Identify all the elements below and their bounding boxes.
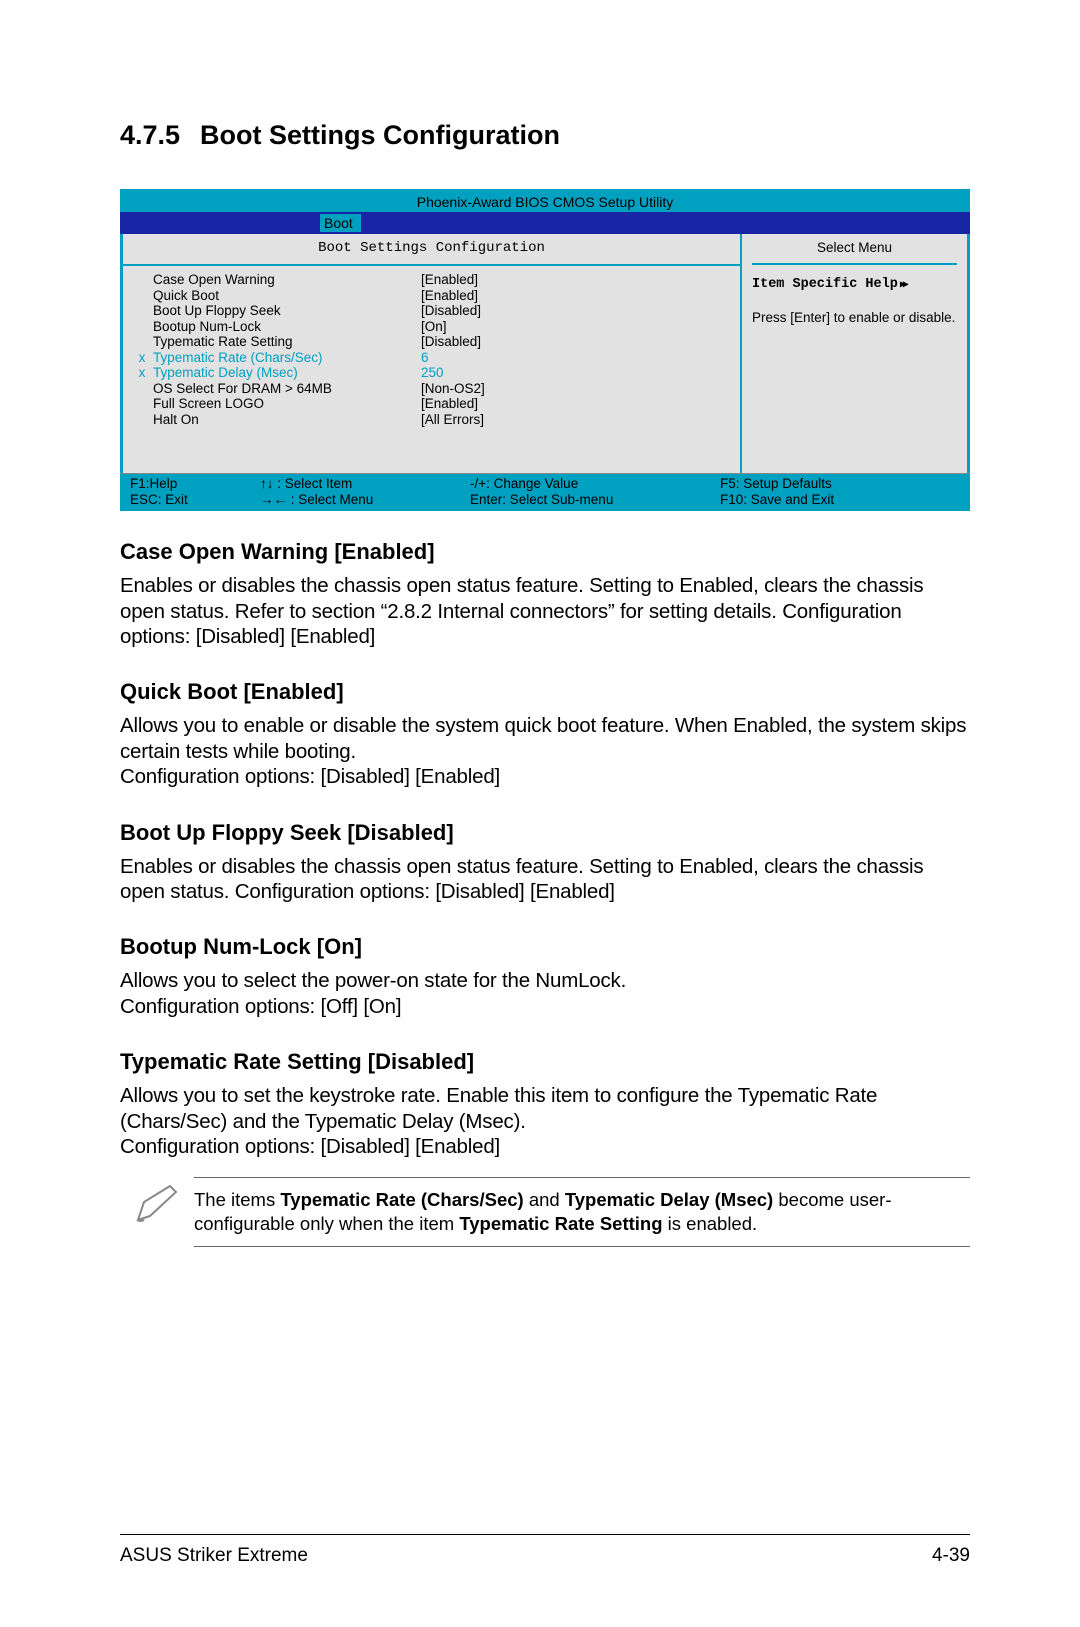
bios-row-label: Typematic Rate Setting bbox=[153, 334, 421, 350]
bios-row-value: [On] bbox=[421, 319, 447, 335]
bios-row: Quick Boot[Enabled] bbox=[131, 288, 740, 304]
bios-row: Halt On[All Errors] bbox=[131, 412, 740, 428]
bios-row-value: [Disabled] bbox=[421, 303, 481, 319]
text-numlock: Allows you to select the power-on state … bbox=[120, 968, 970, 1019]
bios-help-title: Item Specific Help bbox=[752, 277, 957, 292]
bios-row-mark: x bbox=[131, 350, 153, 366]
bios-help-text: Press [Enter] to enable or disable. bbox=[752, 310, 957, 326]
text-quick-boot: Allows you to enable or disable the syst… bbox=[120, 713, 970, 789]
bios-row-label: Case Open Warning bbox=[153, 272, 421, 288]
bios-tab-boot: Boot bbox=[320, 214, 361, 232]
footer-select-item: ↑↓ : Select Item bbox=[260, 476, 470, 492]
bios-row: Case Open Warning[Enabled] bbox=[131, 272, 740, 288]
bios-row-label: Full Screen LOGO bbox=[153, 396, 421, 412]
footer-esc: ESC: Exit bbox=[130, 492, 260, 508]
bios-header: Phoenix-Award BIOS CMOS Setup Utility bbox=[120, 192, 970, 212]
heading-numlock: Bootup Num-Lock [On] bbox=[120, 934, 970, 960]
footer-f1: F1:Help bbox=[130, 476, 260, 492]
bios-row-value: [Enabled] bbox=[421, 396, 478, 412]
bios-row-mark bbox=[131, 396, 153, 412]
note-block: The items Typematic Rate (Chars/Sec) and… bbox=[120, 1177, 970, 1246]
bios-row: OS Select For DRAM > 64MB[Non-OS2] bbox=[131, 381, 740, 397]
bios-row-label: Quick Boot bbox=[153, 288, 421, 304]
bios-menubar: Boot bbox=[120, 212, 970, 234]
bios-row-mark: x bbox=[131, 365, 153, 381]
bios-row-label: Halt On bbox=[153, 412, 421, 428]
section-heading: 4.7.5Boot Settings Configuration bbox=[120, 120, 970, 151]
bios-row-value: [Enabled] bbox=[421, 272, 478, 288]
footer-enter: Enter: Select Sub-menu bbox=[470, 492, 720, 508]
bios-footer: F1:HelpESC: Exit ↑↓ : Select Item→← : Se… bbox=[120, 473, 970, 511]
bios-row-mark bbox=[131, 288, 153, 304]
text-case-open: Enables or disables the chassis open sta… bbox=[120, 573, 970, 649]
bios-row-value: 250 bbox=[421, 365, 444, 381]
heading-case-open: Case Open Warning [Enabled] bbox=[120, 539, 970, 565]
heading-typematic: Typematic Rate Setting [Disabled] bbox=[120, 1049, 970, 1075]
bios-row-mark bbox=[131, 272, 153, 288]
heading-floppy: Boot Up Floppy Seek [Disabled] bbox=[120, 820, 970, 846]
bios-row-mark bbox=[131, 381, 153, 397]
text-floppy: Enables or disables the chassis open sta… bbox=[120, 854, 970, 905]
footer-left: ASUS Striker Extreme bbox=[120, 1545, 308, 1567]
bios-row: xTypematic Rate (Chars/Sec)6 bbox=[131, 350, 740, 366]
bios-row: Full Screen LOGO[Enabled] bbox=[131, 396, 740, 412]
footer-change-value: -/+: Change Value bbox=[470, 476, 720, 492]
bios-row: Bootup Num-Lock[On] bbox=[131, 319, 740, 335]
bios-row-mark bbox=[131, 303, 153, 319]
heading-quick-boot: Quick Boot [Enabled] bbox=[120, 679, 970, 705]
bios-row-label: Bootup Num-Lock bbox=[153, 319, 421, 335]
bios-screenshot: Phoenix-Award BIOS CMOS Setup Utility Bo… bbox=[120, 189, 970, 511]
bios-row-value: 6 bbox=[421, 350, 429, 366]
note-text: The items Typematic Rate (Chars/Sec) and… bbox=[194, 1177, 970, 1246]
bios-subtitle: Boot Settings Configuration bbox=[123, 234, 740, 266]
bios-row-mark bbox=[131, 319, 153, 335]
bios-row-value: [All Errors] bbox=[421, 412, 484, 428]
footer-f10: F10: Save and Exit bbox=[720, 492, 960, 508]
pencil-icon bbox=[120, 1177, 194, 1231]
bios-row-value: [Disabled] bbox=[421, 334, 481, 350]
bios-row-mark bbox=[131, 412, 153, 428]
bios-row-value: [Non-OS2] bbox=[421, 381, 485, 397]
footer-select-menu: →← : Select Menu bbox=[260, 492, 470, 508]
section-number: 4.7.5 bbox=[120, 120, 200, 151]
bios-row-mark bbox=[131, 334, 153, 350]
bios-row: Typematic Rate Setting[Disabled] bbox=[131, 334, 740, 350]
bios-row: Boot Up Floppy Seek[Disabled] bbox=[131, 303, 740, 319]
bios-row-label: Typematic Rate (Chars/Sec) bbox=[153, 350, 421, 366]
section-title-text: Boot Settings Configuration bbox=[200, 120, 560, 150]
footer-right: 4-39 bbox=[932, 1545, 970, 1567]
bios-side-panel: Select Menu Item Specific Help Press [En… bbox=[742, 234, 967, 473]
text-typematic: Allows you to set the keystroke rate. En… bbox=[120, 1083, 970, 1159]
bios-row-label: Boot Up Floppy Seek bbox=[153, 303, 421, 319]
page-footer: ASUS Striker Extreme 4-39 bbox=[120, 1534, 970, 1567]
bios-row-label: OS Select For DRAM > 64MB bbox=[153, 381, 421, 397]
bios-row: xTypematic Delay (Msec)250 bbox=[131, 365, 740, 381]
bios-side-title: Select Menu bbox=[752, 240, 957, 265]
footer-f5: F5: Setup Defaults bbox=[720, 476, 960, 492]
bios-row-value: [Enabled] bbox=[421, 288, 478, 304]
bios-row-label: Typematic Delay (Msec) bbox=[153, 365, 421, 381]
bios-main-panel: Boot Settings Configuration Case Open Wa… bbox=[123, 234, 742, 473]
